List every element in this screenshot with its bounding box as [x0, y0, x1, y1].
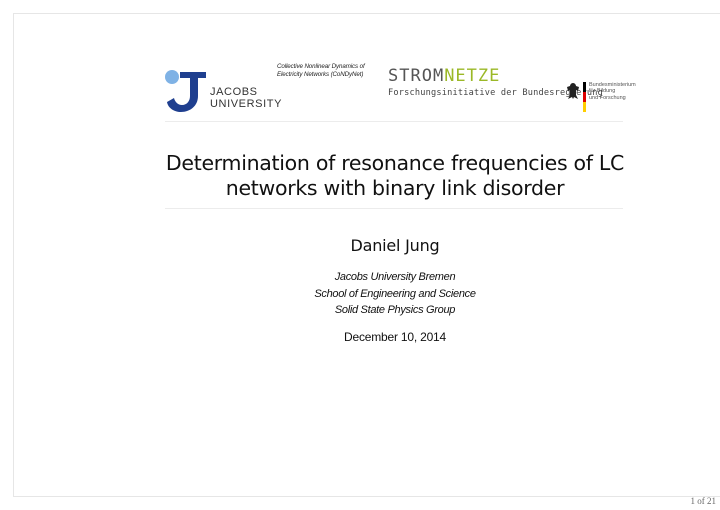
condynet-label: Collective Nonlinear Dynamics of Electri… [277, 63, 365, 78]
german-flag-bars-icon [583, 82, 586, 112]
page-number: 1 of 21 [690, 496, 717, 506]
jacobs-university-wordmark: JACOBS UNIVERSITY [210, 86, 283, 110]
slide-title: Determination of resonance frequencies o… [165, 151, 625, 200]
bmbf-label: Bundesministerium für Bildung und Forsch… [589, 82, 636, 101]
author-name: Daniel Jung [350, 236, 440, 255]
stromnetze-logo: STROMNETZE [388, 66, 501, 86]
presentation-date: December 10, 2014 [344, 330, 446, 344]
title-divider [165, 208, 623, 209]
affiliation: Jacobs University Bremen School of Engin… [314, 271, 476, 316]
header-divider [165, 121, 623, 122]
federal-eagle-icon [567, 83, 579, 99]
